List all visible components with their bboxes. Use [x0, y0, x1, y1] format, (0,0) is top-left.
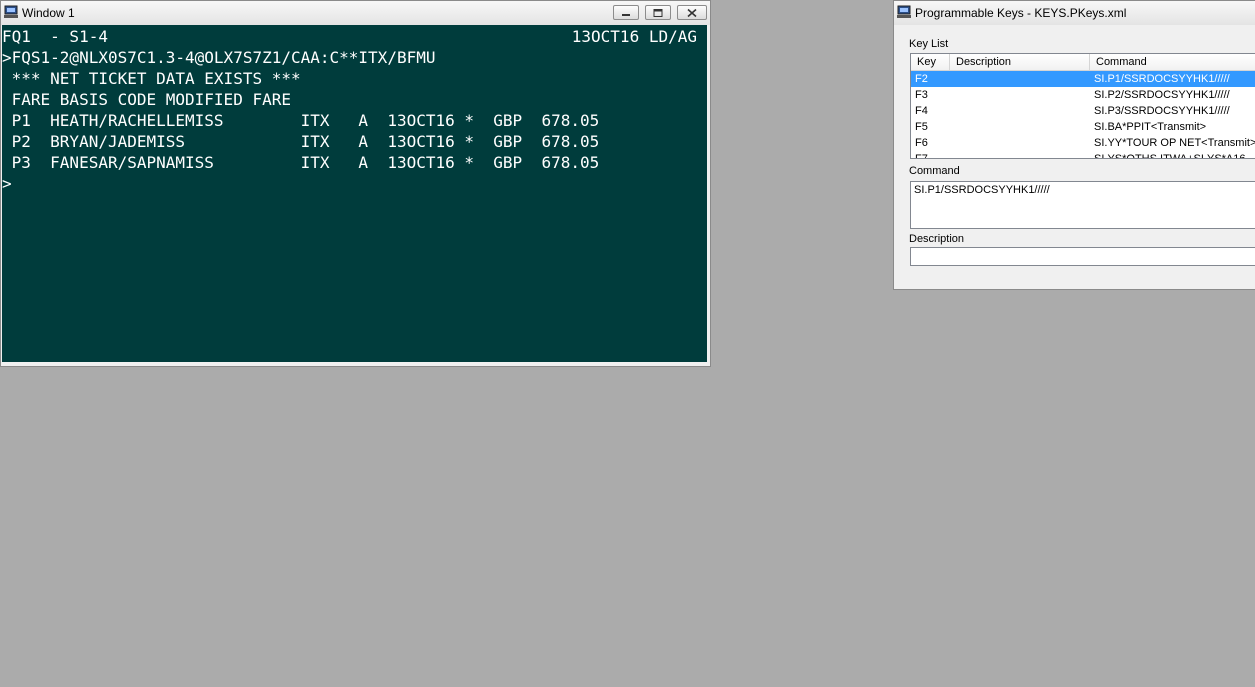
key-row-f3[interactable]: F3 SI.P2/SSRDOCSYYHK1/////: [911, 87, 1255, 103]
terminal-line: P2 BRYAN/JADEMISS ITX A 13OCT16 * GBP 67…: [2, 132, 600, 151]
command-cell: SI.P1/SSRDOCSYYHK1/////: [1094, 73, 1230, 85]
terminal-prompt[interactable]: >: [2, 173, 12, 194]
description-label: Description: [909, 233, 965, 245]
terminal-line: *** NET TICKET DATA EXISTS ***: [2, 69, 301, 88]
key-cell: F3: [915, 89, 928, 101]
window1-title: Window 1: [22, 6, 75, 20]
key-cell: F7: [915, 153, 928, 159]
close-icon: [687, 8, 697, 17]
column-description[interactable]: Description: [950, 54, 1090, 70]
maximize-icon: [653, 8, 663, 17]
terminal-line: P3 FANESAR/SAPNAMISS ITX A 13OCT16 * GBP…: [2, 153, 600, 172]
key-row-f6[interactable]: F6 SI.YY*TOUR OP NET<Transmit>: [911, 135, 1255, 151]
terminal-line: FARE BASIS CODE MODIFIED FARE: [2, 90, 291, 109]
description-field[interactable]: [910, 247, 1255, 266]
key-row-f2[interactable]: F2 SI.P1/SSRDOCSYYHK1/////: [911, 71, 1255, 87]
pkeys-title: Programmable Keys - KEYS.PKeys.xml: [915, 6, 1127, 20]
terminal-screen[interactable]: FQ1 - S1-4 13OCT16 LD/AG >FQS1-2@NLX0S7C…: [2, 25, 707, 362]
maximize-button[interactable]: [645, 5, 671, 20]
key-cell: F5: [915, 121, 928, 133]
programmable-keys-window: Programmable Keys - KEYS.PKeys.xml Key L…: [893, 0, 1255, 290]
key-row-f4[interactable]: F4 SI.P3/SSRDOCSYYHK1/////: [911, 103, 1255, 119]
column-command[interactable]: Command: [1090, 54, 1255, 70]
terminal-line: P1 HEATH/RACHELLEMISS ITX A 13OCT16 * GB…: [2, 111, 600, 130]
window1-titlebar[interactable]: Window 1: [1, 1, 710, 25]
terminal-header-left: FQ1 - S1-4: [2, 27, 108, 46]
command-label: Command: [909, 165, 960, 177]
key-row-f5[interactable]: F5 SI.BA*PPIT<Transmit>: [911, 119, 1255, 135]
terminal-icon: [4, 5, 18, 18]
command-cell: SI.P3/SSRDOCSYYHK1/////: [1094, 105, 1230, 117]
key-cell: F4: [915, 105, 928, 117]
terminal-line: >FQS1-2@NLX0S7C1.3-4@OLX7S7Z1/CAA:C**ITX…: [2, 48, 436, 67]
key-list-header: Key Description Command: [911, 54, 1255, 71]
command-cell: SI.BA*PPIT<Transmit>: [1094, 121, 1207, 133]
command-cell: SI.P2/SSRDOCSYYHK1/////: [1094, 89, 1230, 101]
terminal-icon: [897, 5, 911, 18]
terminal-window: Window 1 FQ1 - S1-4 13OCT16 LD/AG >FQS1-…: [0, 0, 711, 367]
close-button[interactable]: [677, 5, 707, 20]
key-list[interactable]: Key Description Command F2 SI.P1/SSRDOCS…: [910, 53, 1255, 159]
command-field[interactable]: SI.P1/SSRDOCSYYHK1/////: [910, 181, 1255, 229]
minimize-button[interactable]: [613, 5, 639, 20]
pkeys-titlebar[interactable]: Programmable Keys - KEYS.PKeys.xml: [894, 1, 1255, 25]
minimize-icon: [622, 13, 630, 16]
command-cell: SI.YS*OTHS ITWA+SI.YS*A16: [1094, 153, 1246, 159]
key-list-label: Key List: [909, 38, 949, 50]
terminal-header-right: 13OCT16 LD/AG: [571, 27, 697, 46]
key-cell: F2: [915, 73, 928, 85]
column-key[interactable]: Key: [911, 54, 950, 70]
key-cell: F6: [915, 137, 928, 149]
command-cell: SI.YY*TOUR OP NET<Transmit>: [1094, 137, 1255, 149]
key-row-f7[interactable]: F7 SI.YS*OTHS ITWA+SI.YS*A16: [911, 151, 1255, 159]
